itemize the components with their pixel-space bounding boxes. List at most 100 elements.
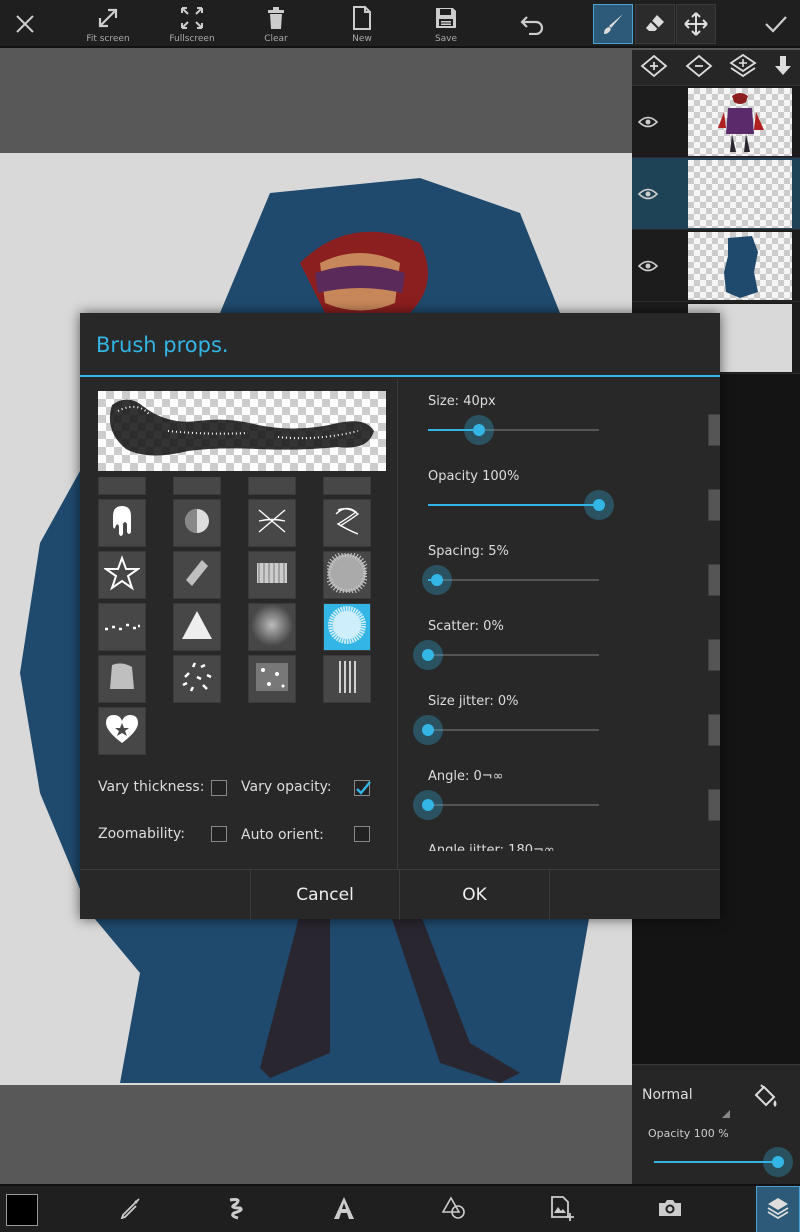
blend-mode-select[interactable]: Normal (642, 1087, 693, 1103)
cancel-button[interactable]: Cancel (250, 870, 400, 920)
top-toolbar: Fit screen Fullscreen Clear New Save (0, 0, 800, 48)
brush-tile-drip[interactable] (98, 499, 146, 547)
new-button[interactable]: New (336, 0, 388, 48)
undo-button[interactable] (510, 0, 554, 48)
size-slider-knob[interactable] (464, 415, 495, 445)
shapes-button[interactable] (434, 1186, 474, 1232)
brush-tile-lines[interactable] (323, 655, 371, 703)
eraser-tool-button[interactable] (635, 4, 675, 44)
brush-tile-sponge[interactable] (98, 655, 146, 703)
brush-tile-texture[interactable] (248, 655, 296, 703)
brush-picker-pane: Vary thickness: Vary opacity: Zoomabilit… (80, 379, 398, 869)
layer-opacity-label: Opacity 100 % (648, 1127, 729, 1140)
layer-item[interactable] (632, 86, 800, 158)
camera-button[interactable] (650, 1186, 690, 1232)
fullscreen-button[interactable]: Fullscreen (164, 0, 220, 48)
close-button[interactable] (0, 0, 50, 48)
eraser-icon (643, 10, 667, 38)
fit-screen-button[interactable]: Fit screen (80, 0, 136, 48)
brush-tile-spray-selected[interactable] (323, 601, 371, 651)
brush-library-button[interactable] (216, 1186, 256, 1232)
opacity-minus-button[interactable]: - (708, 489, 720, 521)
spacing-minus-button[interactable]: - (708, 564, 720, 596)
brush-tile-dots[interactable] (98, 603, 146, 651)
brush-tile[interactable] (173, 477, 221, 495)
dropdown-corner-icon (722, 1103, 730, 1122)
brush-tile-star[interactable] (98, 551, 146, 599)
clear-label: Clear (264, 34, 288, 44)
brush-tile-heart[interactable] (98, 707, 146, 755)
noise-circle-icon (325, 551, 369, 597)
angle-jitter-label: Angle jitter: 180¬∞ (428, 843, 555, 851)
brush-tile-curves[interactable] (248, 499, 296, 547)
scatter-minus-button[interactable]: - (708, 639, 720, 671)
eye-icon[interactable] (632, 158, 664, 230)
vary-thickness-label: Vary thickness: (98, 779, 205, 795)
brush-tile-chalk[interactable] (173, 551, 221, 599)
text-tool-button[interactable] (324, 1186, 364, 1232)
brush-tile[interactable] (98, 477, 146, 495)
layer-toolbar (632, 50, 800, 86)
angle-slider-knob[interactable] (413, 790, 443, 820)
brush-tile-waves[interactable] (323, 499, 371, 547)
scatter-slider[interactable] (428, 654, 599, 656)
brush-grid (98, 477, 388, 759)
brush-tile-bristle[interactable] (248, 551, 296, 599)
confirm-button[interactable] (756, 0, 796, 48)
trash-icon (266, 4, 286, 32)
scatter-slider-knob[interactable] (413, 640, 443, 670)
merge-down-icon[interactable] (774, 54, 792, 82)
vary-opacity-checkbox[interactable] (354, 780, 371, 796)
fit-screen-label: Fit screen (86, 34, 130, 44)
add-layer-icon[interactable] (640, 54, 668, 82)
layers-icon (766, 1196, 790, 1224)
brush-stroke-icon (224, 1196, 248, 1224)
opacity-slider-knob[interactable] (584, 490, 614, 520)
auto-orient-checkbox[interactable] (354, 826, 370, 842)
fill-bucket-icon[interactable] (750, 1083, 780, 1117)
ok-button[interactable]: OK (400, 870, 549, 920)
angle-slider[interactable] (428, 804, 599, 806)
layer-item-selected[interactable] (632, 158, 800, 230)
brush-props-dialog: Brush props. Vary thickness: Vary opacit… (80, 313, 720, 920)
zoomability-label: Zoomability: (98, 826, 185, 842)
move-tool-button[interactable] (676, 4, 716, 44)
layer-opacity-knob[interactable] (763, 1147, 793, 1177)
opacity-slider[interactable] (428, 504, 599, 506)
duplicate-layer-icon[interactable] (729, 53, 757, 83)
add-image-button[interactable] (542, 1186, 582, 1232)
brush-tile-noise-circle[interactable] (323, 551, 371, 599)
color-swatch[interactable] (4, 1186, 40, 1232)
save-button[interactable]: Save (420, 0, 472, 48)
size-jitter-slider[interactable] (428, 729, 599, 731)
eyedropper-button[interactable] (110, 1186, 150, 1232)
layer-item[interactable] (632, 230, 800, 302)
vary-thickness-checkbox[interactable] (211, 780, 227, 796)
brush-tile-gradient-circle[interactable] (173, 499, 221, 547)
layer-opacity-slider[interactable] (654, 1161, 778, 1163)
size-jitter-minus-button[interactable]: - (708, 714, 720, 746)
brush-tile[interactable] (248, 477, 296, 495)
spray-circle-icon (323, 601, 371, 650)
crossed-curves-icon (255, 504, 289, 542)
size-slider[interactable] (428, 429, 599, 431)
brush-tile-scatter[interactable] (173, 655, 221, 703)
size-jitter-slider-knob[interactable] (413, 715, 443, 745)
remove-layer-icon[interactable] (685, 54, 713, 82)
brush-tile[interactable] (323, 477, 371, 495)
angle-minus-button[interactable]: - (708, 789, 720, 821)
clear-button[interactable]: Clear (250, 0, 302, 48)
vertical-lines-icon (332, 659, 362, 699)
brush-tile-triangle[interactable] (173, 603, 221, 651)
brush-tool-button[interactable] (593, 4, 633, 44)
eye-icon[interactable] (632, 230, 664, 302)
brush-tile-soft[interactable] (248, 603, 296, 651)
spacing-slider-knob[interactable] (421, 565, 452, 595)
brush-stroke-preview (98, 391, 386, 471)
layers-toggle-button[interactable] (756, 1186, 800, 1232)
heart-star-icon (104, 713, 140, 749)
zoomability-checkbox[interactable] (211, 826, 227, 842)
spacing-slider[interactable] (428, 579, 599, 581)
size-minus-button[interactable]: - (708, 414, 720, 446)
eye-icon[interactable] (632, 86, 664, 158)
